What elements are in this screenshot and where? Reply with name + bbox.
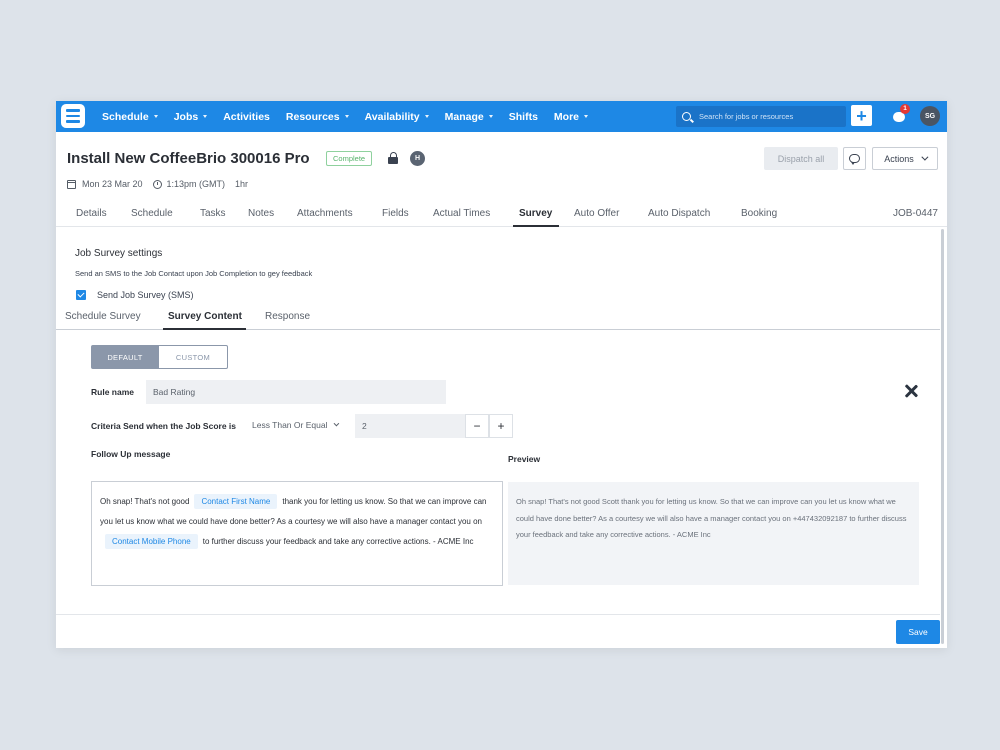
- contact-first-name-token[interactable]: Contact First Name: [194, 494, 278, 509]
- survey-settings-title: Job Survey settings: [75, 248, 163, 259]
- job-duration: 1hr: [235, 179, 249, 189]
- nav-item-resources[interactable]: Resources: [286, 111, 349, 123]
- chevron-down-icon: [424, 115, 429, 118]
- custom-mode-button[interactable]: CUSTOM: [159, 345, 228, 369]
- nav-item-label: Activities: [223, 110, 270, 123]
- active-tab-indicator: [513, 225, 559, 227]
- nav-item-schedule[interactable]: Schedule: [102, 111, 158, 123]
- tab-details[interactable]: Details: [76, 208, 107, 219]
- user-avatar[interactable]: SG: [920, 106, 940, 126]
- notifications-button[interactable]: 1: [892, 104, 910, 124]
- contact-mobile-phone-token[interactable]: Contact Mobile Phone: [105, 534, 198, 549]
- nav-item-availability[interactable]: Availability: [365, 111, 429, 123]
- nav-item-label: Jobs: [173, 110, 199, 123]
- footer-divider: [56, 614, 940, 615]
- survey-settings-description: Send an SMS to the Job Contact upon Job …: [75, 269, 313, 278]
- nav-item-label: More: [553, 110, 580, 123]
- actions-dropdown[interactable]: Actions: [872, 147, 938, 170]
- nav-menu: Schedule Jobs Activities Resources Availabil…: [102, 101, 604, 132]
- subtab-response[interactable]: Response: [265, 311, 310, 322]
- tab-attachments[interactable]: Attachments: [297, 208, 353, 219]
- tab-auto-offer[interactable]: Auto Offer: [574, 208, 619, 219]
- add-button[interactable]: +: [851, 105, 872, 126]
- app-window: Schedule Jobs Activities Resources Availabil…: [56, 101, 947, 648]
- calendar-icon: [67, 179, 76, 189]
- tab-booking[interactable]: Booking: [741, 208, 777, 219]
- mode-toggle: DEFAULT CUSTOM: [91, 345, 228, 369]
- decrement-button[interactable]: −: [465, 414, 489, 438]
- nav-item-manage[interactable]: Manage: [445, 111, 493, 123]
- notification-badge: 1: [900, 104, 910, 114]
- tab-notes[interactable]: Notes: [248, 208, 274, 219]
- scrollbar[interactable]: [941, 229, 944, 644]
- nav-item-label: Schedule: [102, 110, 149, 123]
- page-title: Install New CoffeeBrio 300016 Pro: [67, 150, 310, 167]
- rule-name-label: Rule name: [91, 387, 134, 397]
- active-subtab-indicator: [163, 328, 246, 330]
- assignee-avatar[interactable]: H: [410, 151, 425, 166]
- tab-schedule[interactable]: Schedule: [131, 208, 173, 219]
- app-logo-icon[interactable]: [61, 104, 85, 128]
- preview-label: Preview: [508, 454, 541, 464]
- survey-subtabs: Schedule Survey Survey Content Response: [56, 308, 940, 330]
- increment-button[interactable]: +: [489, 414, 513, 438]
- job-tabs: JOB-0447 Details Schedule Tasks Notes Attach…: [56, 201, 947, 227]
- job-id: JOB-0447: [892, 208, 938, 219]
- follow-up-message-editor[interactable]: Oh snap! That's not good Contact First Na…: [91, 481, 503, 586]
- tab-actual-times[interactable]: Actual Times: [433, 208, 490, 219]
- nav-item-more[interactable]: More: [553, 110, 589, 123]
- chevron-down-icon: [584, 115, 589, 118]
- nav-item-label: Resources: [285, 110, 340, 123]
- job-time: 1:13pm (GMT): [166, 179, 226, 189]
- nav-item-activities[interactable]: Activities: [223, 111, 270, 123]
- job-date: Mon 23 Mar 20: [82, 179, 143, 189]
- tab-fields[interactable]: Fields: [382, 208, 409, 219]
- default-mode-button[interactable]: DEFAULT: [91, 345, 159, 369]
- message-text: to further discuss your feedback and tak…: [202, 537, 474, 546]
- chevron-down-icon: [488, 115, 493, 118]
- clock-icon: [152, 179, 162, 189]
- follow-up-label: Follow Up message: [91, 449, 171, 459]
- tab-tasks[interactable]: Tasks: [200, 208, 226, 219]
- chevron-down-icon: [334, 420, 340, 427]
- nav-item-label: Manage: [444, 110, 484, 123]
- comments-button[interactable]: [843, 147, 866, 170]
- subtab-schedule-survey[interactable]: Schedule Survey: [65, 311, 141, 322]
- score-input[interactable]: [355, 414, 465, 438]
- nav-item-jobs[interactable]: Jobs: [174, 111, 208, 123]
- nav-item-shifts[interactable]: Shifts: [509, 111, 538, 123]
- chevron-down-icon: [344, 115, 349, 118]
- nav-item-label: Shifts: [508, 110, 538, 123]
- lock-icon: [387, 152, 399, 164]
- chevron-down-icon: [203, 115, 208, 118]
- subtab-survey-content[interactable]: Survey Content: [168, 311, 242, 322]
- search-icon: [682, 112, 691, 121]
- search-input[interactable]: [699, 112, 839, 121]
- dispatch-all-button[interactable]: Dispatch all: [764, 147, 838, 170]
- actions-label: Actions: [884, 153, 914, 164]
- criteria-operator-value: Less Than Or Equal: [252, 420, 328, 430]
- chevron-down-icon: [153, 115, 158, 118]
- save-button[interactable]: Save: [896, 620, 940, 644]
- message-text: Oh snap! That's not good: [100, 497, 190, 506]
- message-preview: Oh snap! That's not good Scott thank you…: [508, 482, 919, 585]
- send-survey-checkbox[interactable]: [76, 290, 86, 300]
- job-meta: Mon 23 Mar 20 1:13pm (GMT) 1hr: [67, 179, 248, 189]
- search-box[interactable]: [676, 106, 846, 127]
- tab-survey[interactable]: Survey: [519, 208, 552, 219]
- close-icon[interactable]: [904, 384, 918, 398]
- send-survey-label[interactable]: Send Job Survey (SMS): [97, 290, 194, 300]
- tab-auto-dispatch[interactable]: Auto Dispatch: [648, 208, 710, 219]
- comment-icon: [849, 154, 860, 165]
- status-badge: Complete: [326, 151, 373, 166]
- chevron-down-icon: [921, 153, 929, 161]
- criteria-operator-select[interactable]: Less Than Or Equal: [252, 420, 340, 430]
- criteria-label: Criteria Send when the Job Score is: [91, 421, 237, 431]
- rule-name-input[interactable]: [146, 380, 446, 404]
- top-nav-bar: Schedule Jobs Activities Resources Availabil…: [56, 101, 947, 132]
- nav-item-label: Availability: [364, 110, 420, 123]
